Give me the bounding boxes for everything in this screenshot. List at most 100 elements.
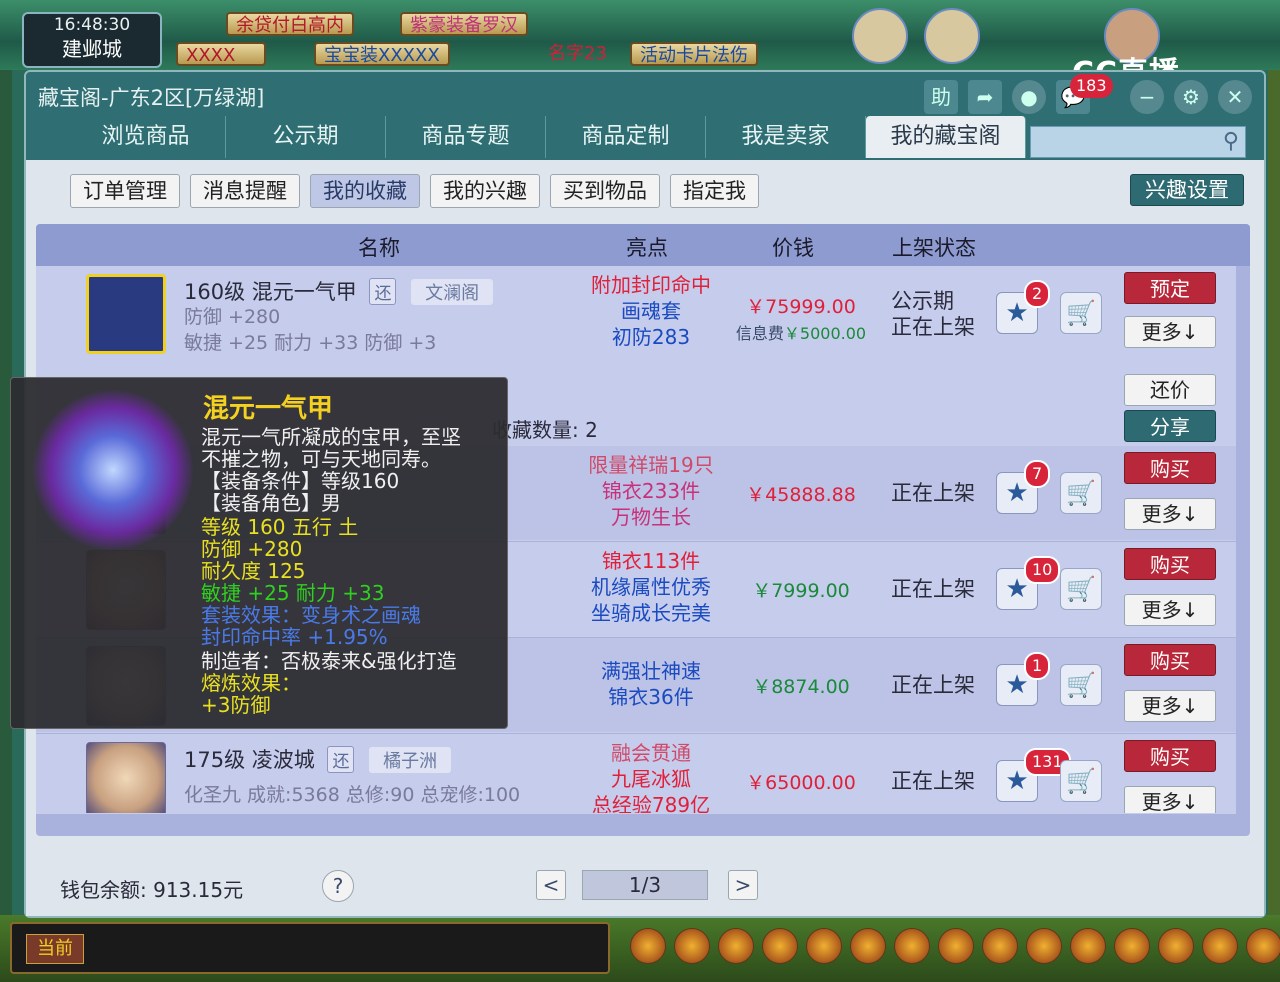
search-input[interactable]: ⚲ — [1030, 126, 1246, 158]
game-tag[interactable]: 余贷付白高内 — [226, 12, 354, 36]
window-title: 藏宝阁-广东2区[万绿湖] — [38, 86, 265, 110]
cart-icon[interactable]: 🛒 — [1060, 664, 1102, 706]
cart-icon[interactable]: 🛒 — [1060, 568, 1102, 610]
highlight-text: 九尾冰狐 — [611, 767, 691, 791]
more-button[interactable]: 更多↓ — [1124, 498, 1216, 530]
tab-topics[interactable]: 商品专题 — [386, 116, 546, 158]
search-icon[interactable]: ⚲ — [1223, 129, 1239, 154]
item-price: ￥75999.00 — [746, 296, 856, 318]
scroll-icon[interactable] — [938, 928, 974, 964]
cart-icon[interactable]: 🛒 — [1060, 760, 1102, 802]
counter-offer-button[interactable]: 还价 — [1124, 374, 1216, 406]
prev-page-button[interactable]: < — [536, 870, 566, 900]
highlights: 融会贯通 九尾冰狐 总经验789亿 — [576, 740, 726, 814]
highlight-text: 附加封印命中 — [591, 273, 711, 297]
subtab-interests[interactable]: 我的兴趣 — [430, 174, 540, 208]
buy-button[interactable]: 购买 — [1124, 644, 1216, 676]
header-name: 名称 — [358, 236, 400, 260]
subtab-favorites[interactable]: 我的收藏 — [310, 174, 420, 208]
item-name: 160级 混元一气甲 — [184, 280, 357, 304]
subtab-purchased[interactable]: 买到物品 — [550, 174, 660, 208]
buy-button[interactable]: 购买 — [1124, 740, 1216, 772]
return-badge: 还 — [327, 746, 355, 773]
item-name: 175级 凌波城 — [184, 748, 315, 772]
subtab-notifications[interactable]: 消息提醒 — [190, 174, 300, 208]
face-icon[interactable] — [1202, 928, 1238, 964]
help-icon[interactable]: 助 — [924, 80, 958, 114]
highlight-text: 满强壮神速 — [601, 659, 701, 683]
tab-seller[interactable]: 我是卖家 — [706, 116, 866, 158]
city-name: 建邺城 — [62, 37, 122, 61]
highlight-text: 总经验789亿 — [591, 793, 711, 814]
task-icon[interactable] — [982, 928, 1018, 964]
listing-status: 公示期 正在上架 — [891, 288, 975, 340]
tooltip-smelt: 熔炼效果： — [201, 671, 301, 695]
highlight-text: 机缘属性优秀 — [591, 575, 711, 599]
header-highlights: 亮点 — [626, 236, 668, 260]
next-page-button[interactable]: > — [728, 870, 758, 900]
tab-custom[interactable]: 商品定制 — [546, 116, 706, 158]
reserve-button[interactable]: 预定 — [1124, 272, 1216, 304]
item-thumbnail[interactable] — [86, 742, 166, 813]
game-tag[interactable]: XXXX — [176, 42, 266, 66]
tooltip-title: 混元一气甲 — [203, 394, 334, 424]
skill-icon[interactable] — [894, 928, 930, 964]
game-tag[interactable]: 紫豪装备罗汉 — [400, 12, 528, 36]
item-thumbnail[interactable] — [86, 274, 166, 354]
buy-button[interactable]: 购买 — [1124, 548, 1216, 580]
highlights: 锦衣113件 机缘属性优秀 坐骑成长完美 — [576, 548, 726, 626]
more-button[interactable]: 更多↓ — [1124, 594, 1216, 626]
tab-my-pavilion[interactable]: 我的藏宝阁 — [866, 116, 1026, 158]
more-button[interactable]: 更多↓ — [1124, 690, 1216, 722]
map-icon[interactable] — [1070, 928, 1106, 964]
chat-input[interactable]: 当前 — [10, 922, 610, 974]
item-price: ￥7999.00 — [752, 580, 850, 602]
armor-image — [33, 390, 193, 550]
game-tag[interactable]: 宝宝装XXXXX — [314, 42, 450, 66]
share-button[interactable]: 分享 — [1124, 410, 1216, 442]
highlight-text: 锦衣36件 — [608, 685, 694, 709]
close-icon[interactable]: ✕ — [1218, 80, 1252, 114]
minimize-icon[interactable]: − — [1130, 80, 1164, 114]
gem-icon[interactable] — [806, 928, 842, 964]
peach-icon[interactable] — [1114, 928, 1150, 964]
share-icon[interactable]: ➦ — [968, 80, 1002, 114]
tooltip-seal-hit: 封印命中率 +1.95% — [201, 625, 388, 649]
cart-icon[interactable]: 🛒 — [1060, 292, 1102, 334]
cart-icon[interactable]: 🛒 — [1060, 472, 1102, 514]
friend-icon[interactable] — [1158, 928, 1194, 964]
tooltip-req-role: 【装备角色】男 — [201, 491, 341, 515]
chat-channel-tab[interactable]: 当前 — [26, 934, 84, 964]
interest-settings-button[interactable]: 兴趣设置 — [1130, 174, 1244, 206]
window-controls: 助 ➦ ● 💬 183 − ⚙ ✕ — [924, 74, 1252, 114]
pet-avatar[interactable] — [924, 8, 980, 64]
team-icon[interactable] — [850, 928, 886, 964]
item-attr: 敏捷 +25 耐力 +33 防御 +3 — [184, 332, 437, 354]
table-header: 名称 亮点 价钱 上架状态 — [36, 224, 1250, 266]
bell-icon[interactable] — [1026, 928, 1062, 964]
table-footer: 钱包余额: 913.15元 ? < 1/3 > — [26, 860, 1264, 916]
more-button[interactable]: 更多↓ — [1124, 786, 1216, 813]
chest-icon[interactable] — [718, 928, 754, 964]
buy-button[interactable]: 购买 — [1124, 452, 1216, 484]
bag-icon[interactable] — [762, 928, 798, 964]
player-avatar[interactable] — [852, 8, 908, 64]
subtab-designated[interactable]: 指定我 — [670, 174, 759, 208]
tab-publicity[interactable]: 公示期 — [226, 116, 386, 158]
table-row[interactable]: 175级 凌波城 还 橘子洲 化圣九 成就:5368 总修:90 总宠修:100… — [36, 734, 1236, 814]
pet-icon[interactable] — [630, 928, 666, 964]
game-tag[interactable]: 活动卡片法伤 — [630, 42, 758, 66]
system-icon[interactable] — [1246, 928, 1280, 964]
settings-icon[interactable]: ⚙ — [1174, 80, 1208, 114]
tooltip-bonus: 敏捷 +25 耐力 +33 — [201, 581, 385, 605]
header-price: 价钱 — [772, 236, 814, 260]
tab-browse[interactable]: 浏览商品 — [66, 116, 226, 158]
more-button[interactable]: 更多↓ — [1124, 316, 1216, 348]
record-icon[interactable]: ● — [1012, 80, 1046, 114]
help-button[interactable]: ? — [322, 870, 354, 902]
sword-icon[interactable] — [674, 928, 710, 964]
subtab-orders[interactable]: 订单管理 — [70, 174, 180, 208]
item-price: ￥45888.88 — [746, 484, 856, 506]
server-badge: 文澜阁 — [411, 279, 494, 305]
message-icon[interactable]: 💬 183 — [1056, 74, 1113, 114]
